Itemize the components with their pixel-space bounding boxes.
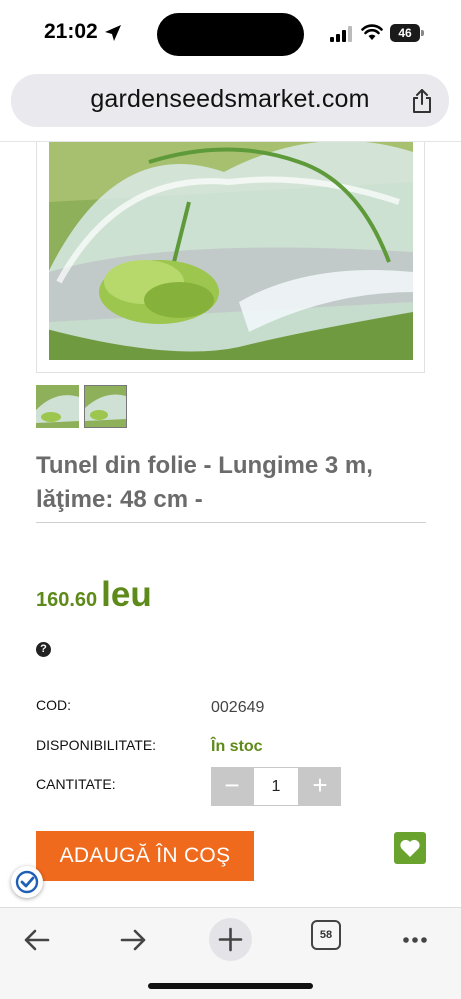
quantity-stepper: − 1 +	[211, 767, 341, 806]
more-icon[interactable]	[398, 920, 438, 960]
battery-icon: 46	[390, 24, 424, 42]
cell-signal-icon	[330, 26, 352, 42]
price-amount: 160.60	[36, 589, 98, 611]
status-bar: 21:02 46	[0, 0, 461, 68]
price-currency: leu	[101, 575, 152, 614]
availability-value: În stoc	[211, 738, 263, 755]
new-tab-button[interactable]	[209, 918, 252, 961]
share-icon[interactable]	[411, 88, 433, 114]
address-bar[interactable]: gardenseedsmarket.com	[11, 74, 449, 127]
verified-check-icon	[15, 870, 39, 894]
cod-label: COD:	[36, 697, 71, 713]
product-price: 160.60 leu	[36, 575, 152, 615]
dynamic-island	[157, 13, 304, 56]
question-icon[interactable]: ?	[36, 642, 51, 657]
quantity-decrease-button[interactable]: −	[211, 767, 253, 806]
quantity-label: CANTITATE:	[36, 776, 116, 792]
quantity-increase-button[interactable]: +	[299, 767, 341, 806]
back-arrow-icon[interactable]	[18, 920, 58, 960]
availability-label: DISPONIBILITATE:	[36, 737, 157, 753]
wifi-icon	[361, 24, 383, 40]
forward-arrow-icon[interactable]	[114, 920, 154, 960]
title-divider	[36, 522, 426, 523]
product-image-frame	[36, 142, 425, 373]
status-time: 21:02	[44, 20, 98, 43]
home-indicator	[148, 983, 313, 989]
product-image[interactable]	[49, 142, 413, 360]
tabs-icon[interactable]: 58	[311, 920, 341, 950]
plus-icon	[218, 927, 243, 952]
location-arrow-icon	[105, 25, 121, 41]
add-to-cart-button[interactable]: ADAUGĂ ÎN COŞ	[36, 831, 254, 881]
wishlist-button[interactable]	[394, 832, 426, 864]
battery-level: 46	[390, 24, 420, 42]
thumbnail-2[interactable]	[84, 385, 127, 428]
thumbnail-1[interactable]	[36, 385, 79, 428]
heart-icon	[400, 839, 420, 857]
quantity-input[interactable]: 1	[253, 767, 299, 806]
url-text[interactable]: gardenseedsmarket.com	[11, 85, 449, 114]
verified-badge[interactable]	[11, 866, 43, 898]
product-title: Tunel din folie - Lungime 3 m, lăţime: 4…	[36, 452, 373, 513]
cod-value: 002649	[211, 699, 265, 716]
